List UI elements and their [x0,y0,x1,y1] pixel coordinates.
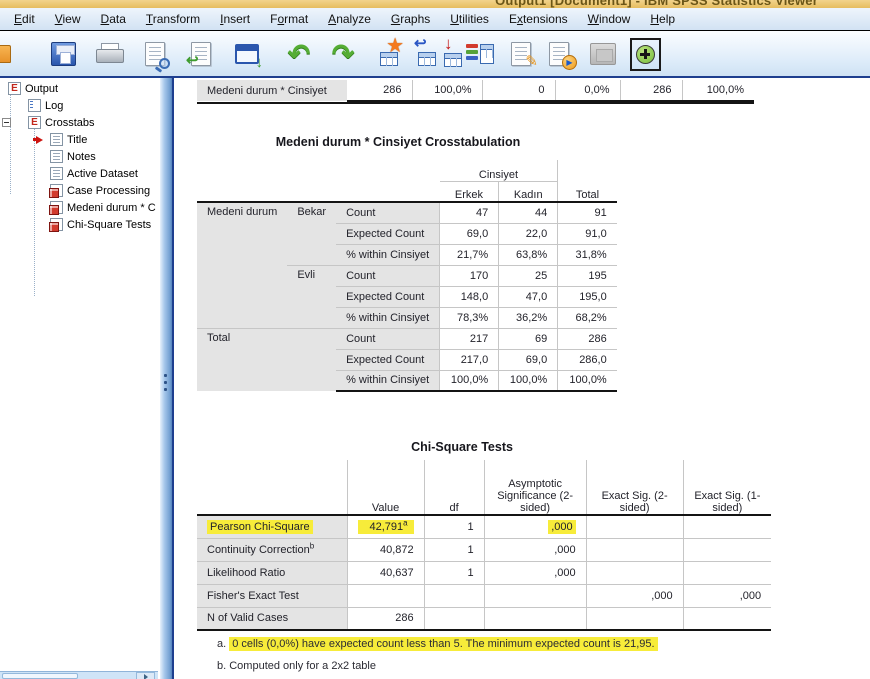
row-dim-label: Medeni durum [197,202,287,328]
col-header-kadin: Kadın [499,181,558,202]
menu-window[interactable]: Window [578,8,641,30]
collapse-expander-icon[interactable] [2,118,11,127]
pencil-icon: ✎ [525,54,538,69]
tree-item-log[interactable]: Log [0,97,160,114]
redo-button[interactable]: ↷ [326,36,360,72]
printer-icon [96,43,122,65]
menu-format[interactable]: Format [260,8,318,30]
chi-square-title: Chi-Square Tests [197,440,727,454]
menu-analyze[interactable]: Analyze [318,8,381,30]
table-icon [50,218,63,231]
spss-viewer-window: { "window": { "title": "Output1 [Documen… [0,0,870,679]
green-plus-icon [636,45,655,64]
row-cat-bekar: Bekar [287,202,336,265]
tree-item-active-dataset[interactable]: Active Dataset [0,165,160,182]
table-grid-icon [418,52,436,66]
disabled-window-icon [590,43,616,65]
pane-splitter[interactable] [160,78,172,679]
outline-pane: E Output Log E Crosstabs Title Notes Act… [0,78,160,679]
splitter-grip-icon [164,374,167,395]
menu-bar: Edit View Data Transform Insert Format A… [0,8,870,31]
log-icon [28,99,41,112]
red-down-arrow-icon: ↓ [444,35,453,52]
tree-item-title[interactable]: Title [0,131,160,148]
case-row-label: Medeni durum * Cinsiyet [197,80,347,101]
table-grid-icon [444,53,462,67]
chi-square-table[interactable]: Value df Asymptotic Significance (2-side… [197,460,771,631]
row-total-label: Total [197,328,336,391]
designate-window-button[interactable]: ↓ [230,36,264,72]
case-processing-table[interactable]: Medeni durum * Cinsiyet 286 100,0% 0 0,0… [197,80,754,104]
col-header-erkek: Erkek [440,181,499,202]
print-button[interactable] [92,36,126,72]
table-grid-icon [480,44,494,64]
outline-horizontal-scrollbar[interactable] [0,671,158,679]
menu-graphs[interactable]: Graphs [381,8,440,30]
crosstab-title: Medeni durum * Cinsiyet Crosstabulation [197,135,599,149]
main-toolbar: ↩ ↓ ↶ ↷ ★ ↩ ↓ ✎ ▶ [0,31,870,78]
window-title: Output1 [Document1] - IBM SPSS Statistic… [495,0,818,8]
save-button[interactable] [46,36,80,72]
menu-help[interactable]: Help [640,8,685,30]
tree-item-chi-square-tests[interactable]: Chi-Square Tests [0,216,160,233]
selected-button-frame [630,38,661,71]
goto-favorite-button[interactable]: ★ [372,36,406,72]
print-preview-button[interactable] [138,36,172,72]
table-icon [50,201,63,214]
menu-edit[interactable]: Edit [4,8,45,30]
scrollbar-thumb[interactable] [2,673,78,679]
current-item-arrow-icon [36,136,43,144]
menu-transform[interactable]: Transform [136,8,210,30]
save-floppy-icon [51,42,76,66]
tree-item-notes[interactable]: Notes [0,148,160,165]
footnote-b: b. Computed only for a 2x2 table [217,660,376,672]
dialog-recall-button[interactable] [586,36,620,72]
crosstabs-icon: E [28,116,41,129]
highlighted-footnote-text: 0 cells (0,0%) have expected count less … [229,637,657,651]
menu-insert[interactable]: Insert [210,8,260,30]
outline-tree: E Output Log E Crosstabs Title Notes Act… [0,80,160,233]
export-arrow-icon: ↩ [186,53,199,68]
col-group-header: Cinsiyet [440,160,558,181]
tree-item-crosstabs[interactable]: E Crosstabs [0,114,160,131]
variable-bars-icon [466,44,478,62]
window-titlebar: Output1 [Document1] - IBM SPSS Statistic… [0,0,870,8]
crosstab-table[interactable]: Cinsiyet Total Erkek Kadın Medeni durum … [197,160,617,392]
menu-view[interactable]: View [45,8,91,30]
tree-item-case-processing[interactable]: Case Processing [0,182,160,199]
redo-arrow-icon: ↷ [332,41,355,68]
table-icon [50,184,63,197]
col-header-total: Total [558,160,617,202]
undo-arrow-icon: ↶ [288,41,311,68]
title-doc-icon [50,133,63,146]
activate-designated-button[interactable] [628,36,662,72]
menu-utilities[interactable]: Utilities [440,8,499,30]
star-icon: ★ [386,36,404,56]
menu-data[interactable]: Data [91,8,136,30]
open-folder-icon [0,45,11,63]
tree-item-output[interactable]: E Output [0,80,160,97]
edit-output-button[interactable]: ✎ [504,36,538,72]
open-file-button[interactable] [0,36,16,72]
run-script-button[interactable]: ▶ [542,36,576,72]
scrollbar-right-arrow[interactable] [136,672,155,679]
play-icon: ▶ [562,55,577,70]
output-pane: Medeni durum * Cinsiyet 286 100,0% 0 0,0… [172,78,870,679]
notes-icon [50,150,63,163]
row-cat-evli: Evli [287,265,336,328]
dataset-icon [50,167,63,180]
footnote-a: a. 0 cells (0,0%) have expected count le… [217,638,658,650]
tree-item-crosstabulation[interactable]: Medeni durum * C [0,199,160,216]
menu-extensions[interactable]: Extensions [499,8,578,30]
highlighted-value: 42,791a [358,520,414,534]
undo-button[interactable]: ↶ [282,36,316,72]
highlighted-label: Pearson Chi-Square [207,520,313,534]
output-icon: E [8,82,21,95]
variables-button[interactable] [464,36,498,72]
highlighted-sig: ,000 [548,520,575,534]
export-button[interactable]: ↩ [184,36,218,72]
magnifier-icon [159,58,170,69]
down-arrow-icon: ↓ [256,55,264,70]
blue-return-arrow-icon: ↩ [414,36,427,51]
